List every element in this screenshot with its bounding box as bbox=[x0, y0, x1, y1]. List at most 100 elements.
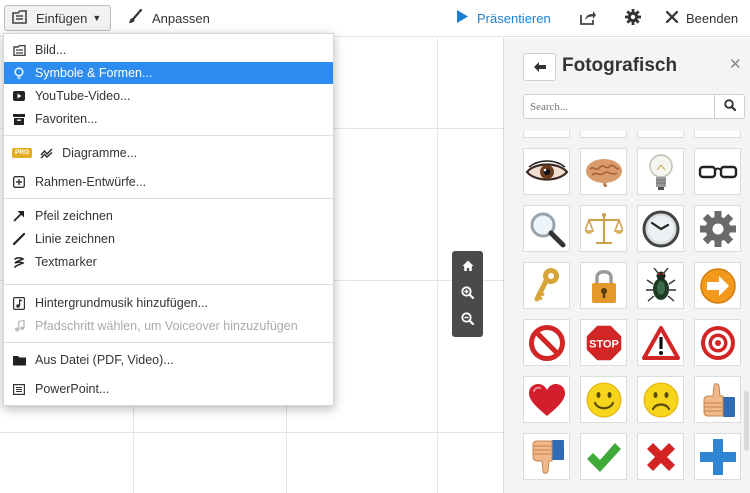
zoom-out-icon bbox=[461, 311, 475, 328]
panel-scrollbar[interactable] bbox=[744, 391, 749, 451]
menu-item-youtube[interactable]: YouTube-Video... bbox=[4, 85, 333, 107]
note-icon bbox=[12, 319, 26, 333]
home-icon bbox=[462, 260, 474, 275]
no-sign-tile[interactable] bbox=[523, 319, 570, 366]
lightbulb-icon bbox=[12, 66, 26, 80]
heart-tile[interactable] bbox=[523, 376, 570, 423]
menu-item-label: YouTube-Video... bbox=[35, 89, 131, 103]
search-button[interactable] bbox=[714, 95, 744, 118]
search-icon bbox=[723, 99, 736, 114]
gear-icon bbox=[699, 210, 736, 247]
thumbs-down-tile[interactable] bbox=[523, 433, 570, 480]
menu-item-from-file[interactable]: Aus Datei (PDF, Video)... bbox=[4, 349, 333, 371]
share-icon bbox=[579, 9, 597, 28]
shape-tile-partial[interactable] bbox=[694, 131, 741, 138]
menu-item-highlighter[interactable]: Textmarker bbox=[4, 251, 333, 273]
image-icon bbox=[12, 43, 26, 57]
menu-divider bbox=[4, 198, 333, 199]
home-button[interactable] bbox=[456, 256, 479, 279]
zoom-in-button[interactable] bbox=[456, 282, 479, 305]
share-button[interactable] bbox=[579, 5, 597, 31]
menu-item-label: Symbole & Formen... bbox=[35, 66, 153, 80]
play-icon bbox=[456, 10, 468, 26]
magnifier-icon bbox=[530, 212, 565, 247]
highlighter-icon bbox=[12, 255, 26, 269]
cross-tile[interactable] bbox=[637, 433, 684, 480]
back-button[interactable] bbox=[523, 53, 556, 81]
customize-button[interactable]: Anpassen bbox=[128, 5, 210, 31]
light-bulb-tile[interactable] bbox=[637, 148, 684, 195]
insert-label: Einfügen bbox=[36, 10, 88, 26]
music-icon bbox=[12, 296, 26, 310]
menu-item-powerpoint[interactable]: PowerPoint... bbox=[4, 378, 333, 400]
smiley-sad-icon bbox=[643, 382, 678, 417]
stop-sign-tile[interactable]: STOP bbox=[580, 319, 627, 366]
present-button[interactable]: Präsentieren bbox=[456, 5, 551, 31]
menu-item-label: PowerPoint... bbox=[35, 382, 110, 396]
zoom-out-button[interactable] bbox=[456, 308, 479, 331]
brain-tile[interactable] bbox=[580, 148, 627, 195]
padlock-icon bbox=[591, 269, 616, 303]
search-input[interactable] bbox=[524, 95, 714, 118]
zoom-in-icon bbox=[461, 285, 475, 302]
menu-item-charts[interactable]: PRO Diagramme... bbox=[4, 142, 333, 164]
shape-tile-partial[interactable] bbox=[580, 131, 627, 138]
eye-tile[interactable] bbox=[523, 148, 570, 195]
glasses-tile[interactable] bbox=[694, 148, 741, 195]
settings-button[interactable] bbox=[625, 5, 641, 31]
clock-tile[interactable] bbox=[637, 205, 684, 252]
menu-item-label: Rahmen-Entwürfe... bbox=[35, 175, 147, 189]
key-icon bbox=[534, 267, 559, 301]
shape-tile-partial[interactable] bbox=[523, 131, 570, 138]
beetle-tile[interactable] bbox=[637, 262, 684, 309]
menu-item-label: Pfeil zeichnen bbox=[35, 209, 113, 223]
panel-title: Fotografisch bbox=[562, 55, 678, 76]
warning-icon bbox=[641, 325, 680, 360]
arrow-left-icon bbox=[533, 60, 546, 75]
shapes-grid: STOP bbox=[504, 131, 750, 493]
grid-line bbox=[0, 432, 503, 433]
insert-icon bbox=[12, 9, 28, 27]
thumbs-up-tile[interactable] bbox=[694, 376, 741, 423]
menu-item-background-music[interactable]: Hintergrundmusik hinzufügen... bbox=[4, 292, 333, 314]
close-icon[interactable]: ✕ bbox=[729, 55, 742, 73]
no-sign-icon bbox=[528, 324, 565, 361]
thumbs-down-icon bbox=[532, 439, 564, 474]
padlock-tile[interactable] bbox=[580, 262, 627, 309]
exit-button[interactable]: Beenden bbox=[665, 5, 739, 31]
exit-label: Beenden bbox=[686, 10, 739, 26]
menu-item-frame-templates[interactable]: Rahmen-Entwürfe... bbox=[4, 171, 333, 193]
menu-item-draw-arrow[interactable]: Pfeil zeichnen bbox=[4, 205, 333, 227]
gear-tile[interactable] bbox=[694, 205, 741, 252]
brush-icon bbox=[128, 8, 143, 27]
plus-tile[interactable] bbox=[694, 433, 741, 480]
youtube-icon bbox=[12, 89, 26, 103]
menu-item-symbols-shapes[interactable]: Symbole & Formen... bbox=[4, 62, 333, 84]
magnifier-tile[interactable] bbox=[523, 205, 570, 252]
menu-item-draw-line[interactable]: Linie zeichnen bbox=[4, 228, 333, 250]
shape-tile-partial[interactable] bbox=[637, 131, 684, 138]
menu-item-image[interactable]: Bild... bbox=[4, 39, 333, 61]
checkmark-icon bbox=[586, 442, 621, 472]
insert-button[interactable]: Einfügen ▼ bbox=[4, 5, 111, 31]
smiley-happy-tile[interactable] bbox=[580, 376, 627, 423]
key-tile[interactable] bbox=[523, 262, 570, 309]
warning-sign-tile[interactable] bbox=[637, 319, 684, 366]
target-icon bbox=[700, 325, 735, 360]
target-tile[interactable] bbox=[694, 319, 741, 366]
menu-item-label: Pfadschritt wählen, um Voiceover hinzuzu… bbox=[35, 319, 298, 333]
arrow-right-tile[interactable] bbox=[694, 262, 741, 309]
arrow-right-icon bbox=[699, 267, 736, 304]
menu-item-favorites[interactable]: Favoriten... bbox=[4, 108, 333, 130]
chevron-down-icon: ▼ bbox=[92, 13, 102, 23]
smiley-sad-tile[interactable] bbox=[637, 376, 684, 423]
menu-item-label: Diagramme... bbox=[62, 146, 138, 160]
search-box bbox=[523, 94, 745, 119]
plus-icon bbox=[699, 438, 736, 475]
menu-item-label: Bild... bbox=[35, 43, 67, 57]
scales-tile[interactable] bbox=[580, 205, 627, 252]
menu-item-label: Aus Datei (PDF, Video)... bbox=[35, 353, 174, 367]
menu-item-label: Linie zeichnen bbox=[35, 232, 115, 246]
checkmark-tile[interactable] bbox=[580, 433, 627, 480]
arrow-icon bbox=[12, 209, 26, 223]
